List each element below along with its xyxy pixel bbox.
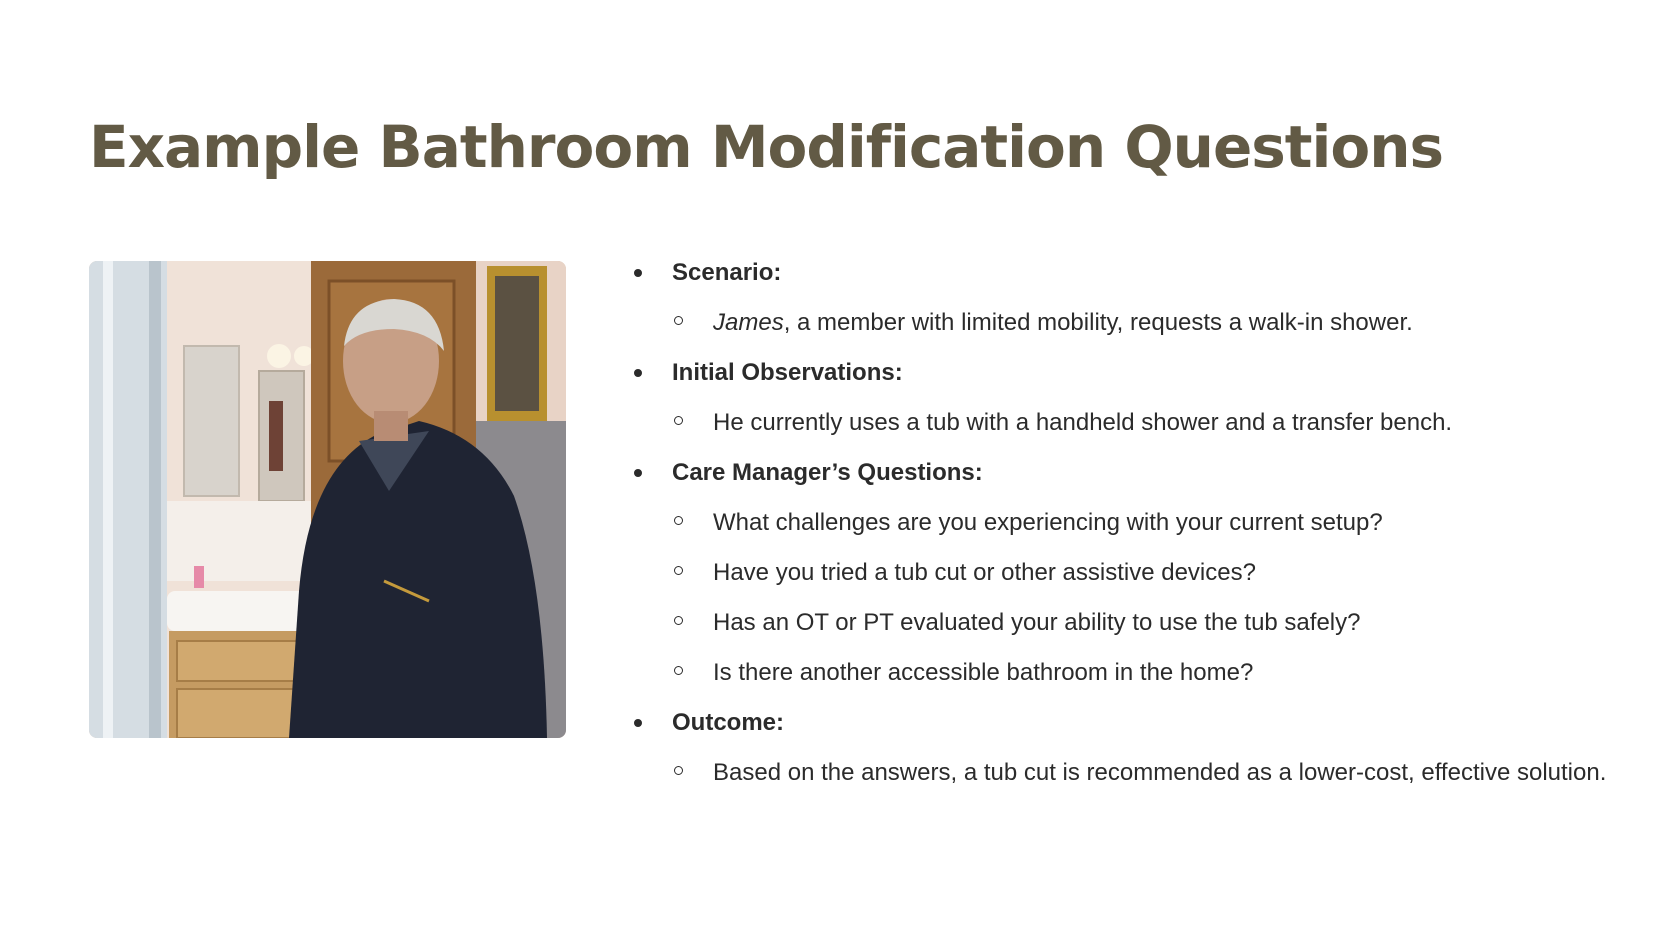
list-item-scenario: Scenario: [630,256,1630,289]
sub-item-text: Is there another accessible bathroom in … [713,659,1254,686]
bullet-dot [634,269,642,277]
bathroom-photo [89,261,566,738]
sub-item: He currently uses a tub with a handheld … [630,402,1630,443]
list-item-questions: Care Manager’s Questions: [630,456,1630,489]
sub-bullet-circle [674,616,683,625]
member-name: James [713,309,784,336]
sub-bullet-circle [674,416,683,425]
slide-title: Example Bathroom Modification Questions [89,113,1444,181]
bullet-dot [634,719,642,727]
sub-item-text: , a member with limited mobility, reques… [783,309,1413,336]
bullet-list: Scenario: James, a member with limited m… [630,256,1630,806]
bullet-dot [634,469,642,477]
sub-item: Is there another accessible bathroom in … [630,652,1630,693]
bullet-label: Outcome: [672,709,785,736]
list-item-outcome: Outcome: [630,706,1630,739]
sub-item: James, a member with limited mobility, r… [630,302,1630,343]
sub-item-text: He currently uses a tub with a handheld … [713,409,1453,436]
sub-bullet-circle [674,566,683,575]
bullet-label: Scenario: [672,259,782,286]
sub-item: Based on the answers, a tub cut is recom… [630,752,1630,793]
man-in-bathroom-image [89,261,566,738]
sub-bullet-circle [674,316,683,325]
sub-item-text: Has an OT or PT evaluated your ability t… [713,609,1361,636]
sub-item-text: Have you tried a tub cut or other assist… [713,559,1256,586]
sub-item-text: Based on the answers, a tub cut is recom… [713,759,1607,786]
sub-item: Has an OT or PT evaluated your ability t… [630,602,1630,643]
sub-item: Have you tried a tub cut or other assist… [630,552,1630,593]
sub-bullet-circle [674,666,683,675]
sub-item-text: What challenges are you experiencing wit… [713,509,1383,536]
list-item-observations: Initial Observations: [630,356,1630,389]
sub-item: What challenges are you experiencing wit… [630,502,1630,543]
sub-bullet-circle [674,766,683,775]
bullet-label: Initial Observations: [672,359,903,386]
sub-bullet-circle [674,516,683,525]
bullet-label: Care Manager’s Questions: [672,459,983,486]
bullet-dot [634,369,642,377]
